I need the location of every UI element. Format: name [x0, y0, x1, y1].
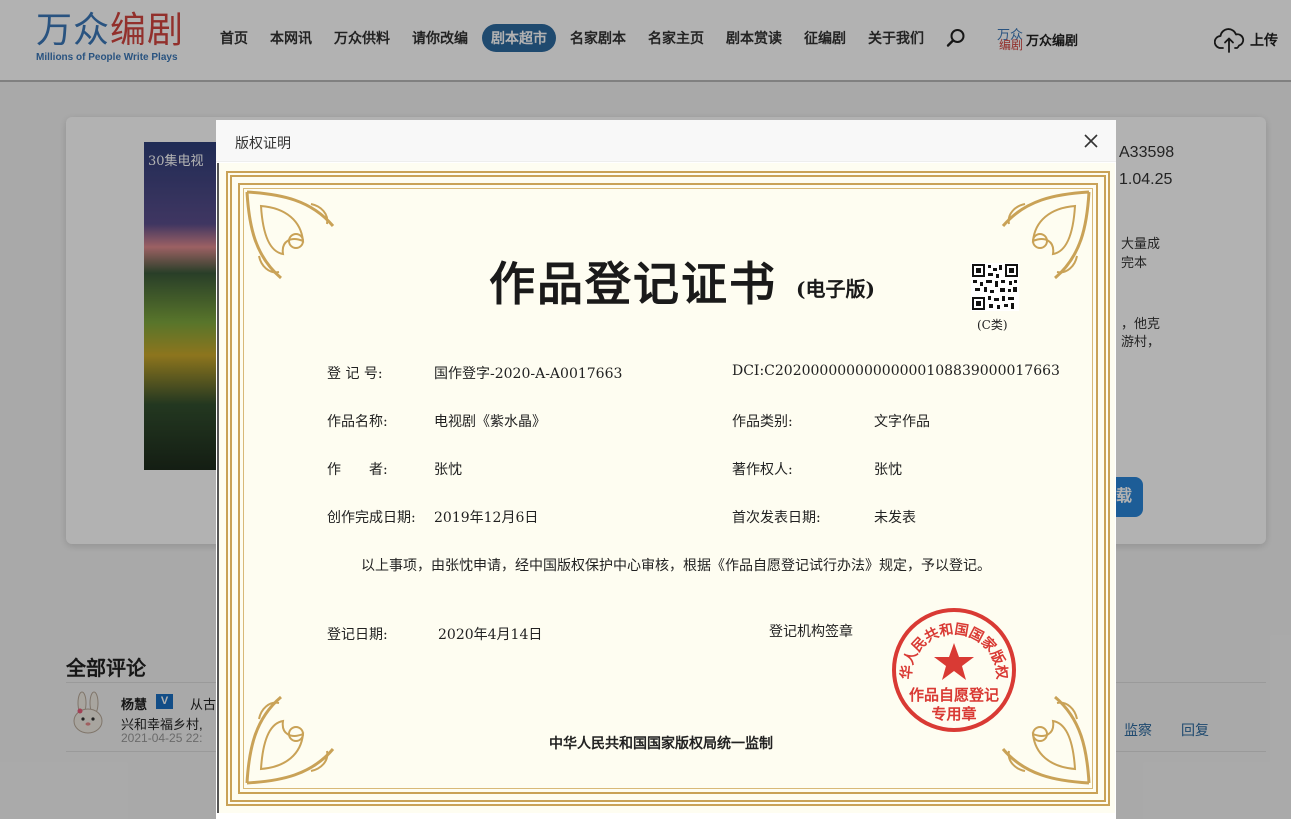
copyright-owner-label: 著作权人: — [732, 462, 793, 478]
work-type-label: 作品类别: — [732, 414, 793, 430]
qr-label: (C类) — [977, 318, 1008, 332]
work-name-label: 作品名称: — [327, 414, 388, 430]
copyright-owner-value: 张忱 — [874, 462, 902, 478]
work-name-value: 电视剧《紫水晶》 — [434, 414, 546, 430]
certificate-footer: 中华人民共和国国家版权局统一监制 — [549, 736, 773, 752]
reg-date-label: 登记日期: — [327, 627, 388, 643]
official-seal-icon: 中华人民共和国国家版权局 作品自愿登记 专用章 — [889, 605, 1016, 732]
corner-ornament-icon — [245, 695, 335, 785]
first-pub-value: 未发表 — [874, 510, 916, 526]
seal-label: 登记机构签章 — [769, 624, 853, 640]
copyright-modal: 版权证明 作品登记证书 (电子版) (C类) 登 记 号: 国作登字-2020-… — [216, 120, 1116, 819]
modal-title: 版权证明 — [235, 135, 291, 151]
modal-header: 版权证明 — [216, 120, 1116, 162]
completion-date-label: 创作完成日期: — [327, 510, 416, 526]
close-icon[interactable] — [1082, 132, 1100, 150]
reg-no-value: 国作登字-2020-A-A0017663 — [434, 366, 623, 382]
corner-ornament-icon — [245, 190, 335, 280]
first-pub-label: 首次发表日期: — [732, 510, 821, 526]
certificate-title: 作品登记证书 — [489, 257, 777, 311]
work-type-value: 文字作品 — [874, 414, 930, 430]
seal-center-line1: 作品自愿登记 — [909, 686, 999, 704]
certificate-paragraph: 以上事项，由张忱申请，经中国版权保护中心审核，根据《作品自愿登记试行办法》规定，… — [361, 558, 991, 574]
reg-no-label: 登 记 号: — [327, 366, 383, 382]
seal-center-line2: 专用章 — [931, 705, 976, 723]
dci-value: DCI:C20200000000000000108839000017663 — [732, 363, 1060, 379]
reg-date-value: 2020年4月14日 — [438, 627, 543, 643]
author-value: 张忱 — [434, 462, 462, 478]
completion-date-value: 2019年12月6日 — [434, 510, 539, 526]
certificate-title-suffix: (电子版) — [796, 277, 875, 301]
author-label: 作 者: — [327, 462, 388, 478]
qr-code-icon — [971, 263, 1019, 311]
certificate-image: 作品登记证书 (电子版) (C类) 登 记 号: 国作登字-2020-A-A00… — [217, 163, 1115, 813]
